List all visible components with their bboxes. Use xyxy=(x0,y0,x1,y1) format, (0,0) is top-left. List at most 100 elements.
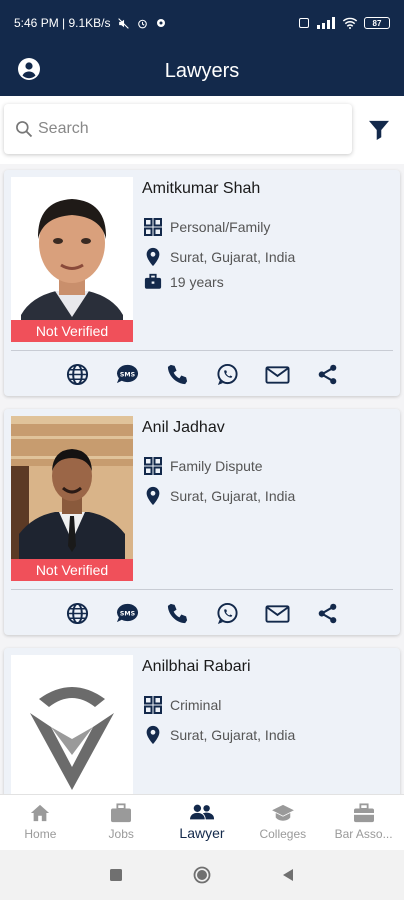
location-row: Surat, Gujarat, India xyxy=(144,486,295,506)
lawyer-category: Family Dispute xyxy=(170,458,263,474)
nav-jobs[interactable]: Jobs xyxy=(81,795,162,850)
nav-label: Bar Asso... xyxy=(334,827,393,841)
whatsapp-icon xyxy=(216,602,238,625)
verification-badge: Not Verified xyxy=(11,320,133,342)
location-row: Surat, Gujarat, India xyxy=(144,725,295,745)
lawyer-category: Personal/Family xyxy=(170,219,271,235)
search-input[interactable] xyxy=(38,120,328,138)
lawyer-name: Amitkumar Shah xyxy=(142,180,261,197)
lawyer-name: Anilbhai Rabari xyxy=(142,658,251,675)
call-button[interactable] xyxy=(165,601,190,626)
card-actions: SMS xyxy=(4,601,400,626)
home-icon xyxy=(31,804,50,822)
category-grid-icon xyxy=(144,218,162,236)
location-pin-icon xyxy=(146,486,160,506)
briefcase-icon xyxy=(144,273,162,289)
whatsapp-button[interactable] xyxy=(215,601,240,626)
recents-icon[interactable] xyxy=(109,868,123,882)
lawyer-category: Criminal xyxy=(170,697,222,713)
location-pin-icon xyxy=(146,725,160,745)
card-divider xyxy=(11,589,393,590)
mail-icon xyxy=(264,365,290,384)
card-actions: SMS xyxy=(4,362,400,387)
mute-icon xyxy=(117,17,129,29)
nav-colleges[interactable]: Colleges xyxy=(242,795,323,850)
system-nav-bar xyxy=(0,850,404,900)
lawyer-photo: Not Verified xyxy=(11,416,133,581)
lawyer-card[interactable]: Not Verified Amitkumar Shah Personal/Fam… xyxy=(4,170,400,396)
mail-icon xyxy=(264,604,290,623)
briefcase-icon xyxy=(353,803,374,823)
search-box[interactable] xyxy=(4,104,352,154)
lawyer-photo xyxy=(11,655,133,794)
nav-lawyer[interactable]: Lawyer xyxy=(162,795,243,850)
location-pin-icon xyxy=(146,247,160,267)
svg-text:SMS: SMS xyxy=(119,610,135,617)
category-row: Personal/Family xyxy=(144,218,270,236)
email-button[interactable] xyxy=(264,601,290,626)
globe-icon xyxy=(66,363,88,386)
back-icon[interactable] xyxy=(281,868,295,882)
account-icon[interactable] xyxy=(17,57,41,81)
briefcase-icon xyxy=(111,803,132,823)
battery-icon: 87 xyxy=(364,17,390,29)
category-row: Family Dispute xyxy=(144,457,263,475)
share-button[interactable] xyxy=(315,362,340,387)
phone-icon xyxy=(167,603,187,624)
card-divider xyxy=(11,350,393,351)
graduation-cap-icon xyxy=(271,804,294,821)
svg-text:SMS: SMS xyxy=(119,371,135,378)
share-button[interactable] xyxy=(315,601,340,626)
placeholder-logo-icon xyxy=(11,655,133,794)
email-button[interactable] xyxy=(264,362,290,387)
lawyer-experience: 19 years xyxy=(170,273,224,290)
people-icon xyxy=(189,804,214,820)
sms-button[interactable]: SMS xyxy=(115,601,140,626)
status-left: 5:46 PM | 9.1KB/s xyxy=(14,16,167,30)
sms-icon: SMS xyxy=(116,364,138,384)
sim-icon xyxy=(299,18,309,28)
whatsapp-button[interactable] xyxy=(215,362,240,387)
lawyer-card[interactable]: Not Verified Anil Jadhav Family Dispute … xyxy=(4,409,400,635)
verification-badge: Not Verified xyxy=(11,559,133,581)
filter-icon[interactable] xyxy=(368,120,390,140)
wifi-icon xyxy=(342,17,358,29)
nav-label: Lawyer xyxy=(179,825,225,841)
nav-bar-association[interactable]: Bar Asso... xyxy=(323,795,404,850)
lawyer-card[interactable]: Anilbhai Rabari Criminal Surat, Gujarat,… xyxy=(4,648,400,794)
category-row: Criminal xyxy=(144,696,221,714)
website-button[interactable] xyxy=(65,362,90,387)
share-icon xyxy=(318,364,336,385)
page-title: Lawyers xyxy=(164,59,240,82)
home-circle-icon[interactable] xyxy=(193,866,211,884)
nav-label: Colleges xyxy=(259,827,307,841)
location-row: Surat, Gujarat, India xyxy=(144,247,295,267)
lawyer-location: Surat, Gujarat, India xyxy=(170,249,296,265)
alarm-icon xyxy=(137,19,147,28)
lawyer-photo-image xyxy=(11,416,133,581)
lawyer-name: Anil Jadhav xyxy=(142,419,225,436)
nav-home[interactable]: Home xyxy=(0,795,81,850)
nav-label: Jobs xyxy=(108,827,134,841)
experience-row: 19 years xyxy=(144,273,224,290)
status-time: 5:46 PM | 9.1KB/s xyxy=(14,16,111,30)
app-bar: Lawyers xyxy=(0,46,404,96)
website-button[interactable] xyxy=(65,601,90,626)
phone-icon xyxy=(167,364,187,385)
call-button[interactable] xyxy=(165,362,190,387)
lawyer-list[interactable]: Not Verified Amitkumar Shah Personal/Fam… xyxy=(0,164,404,794)
category-grid-icon xyxy=(144,696,162,714)
status-bar: 5:46 PM | 9.1KB/s 87 xyxy=(0,0,404,46)
lawyer-location: Surat, Gujarat, India xyxy=(170,727,296,743)
search-icon xyxy=(16,121,33,138)
settings-icon xyxy=(156,19,165,27)
whatsapp-icon xyxy=(216,363,238,386)
category-grid-icon xyxy=(144,457,162,475)
search-row xyxy=(0,96,404,164)
share-icon xyxy=(318,603,336,624)
lawyer-photo-image xyxy=(11,177,133,342)
status-right: 87 xyxy=(298,17,390,29)
signal-icon xyxy=(317,17,335,29)
sms-icon: SMS xyxy=(116,603,138,623)
sms-button[interactable]: SMS xyxy=(115,362,140,387)
